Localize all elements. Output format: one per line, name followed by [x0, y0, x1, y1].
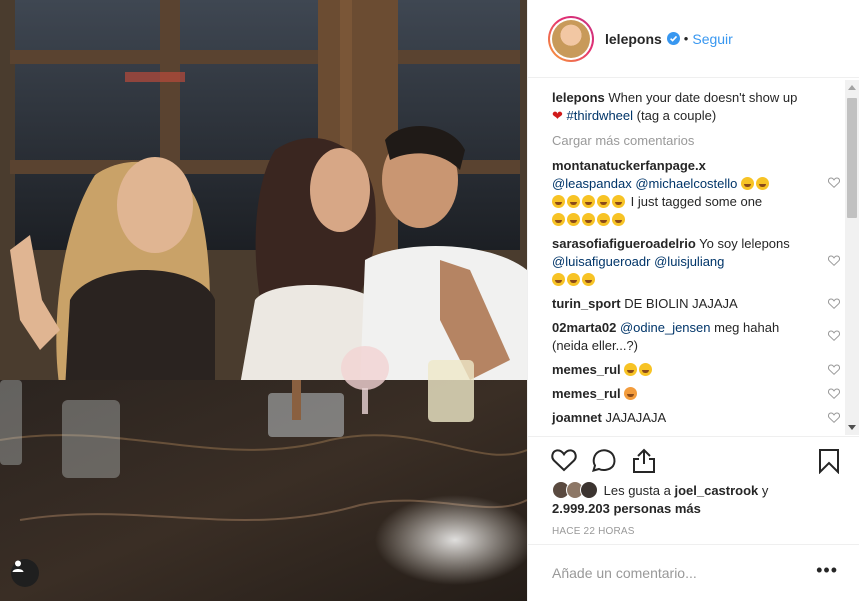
post-side-panel: lelepons • Seguir lelepons When your dat…	[527, 0, 859, 601]
likes-conj: y	[761, 483, 769, 498]
caption-text-after: (tag a couple)	[636, 108, 717, 123]
comment-username[interactable]: turin_sport	[552, 296, 621, 311]
likes-prefix: Les gusta a	[603, 483, 671, 498]
laughing-emoji	[582, 273, 595, 286]
comments-scrollbar[interactable]	[845, 80, 859, 435]
comment-item: joamnet JAJAJAJA	[552, 409, 846, 427]
comment-item: memes_rul	[552, 361, 846, 379]
comment-mention[interactable]: @leaspandax	[552, 176, 632, 191]
story-ring[interactable]	[548, 15, 594, 62]
laughing-emoji	[612, 213, 625, 226]
follow-button[interactable]: Seguir	[692, 31, 732, 47]
comment-like-heart-icon[interactable]	[828, 388, 840, 399]
scroll-up-arrow-icon[interactable]	[848, 85, 856, 90]
more-options-icon[interactable]: •••	[816, 561, 838, 579]
comment-item: turin_sport DE BIOLIN JAJAJA	[552, 295, 846, 313]
comment-username[interactable]: memes_rul	[552, 386, 621, 401]
comment-text: I just tagged some one	[630, 194, 763, 209]
scroll-down-arrow-icon[interactable]	[848, 425, 856, 430]
user-tag-button[interactable]	[11, 559, 39, 587]
laughing-emoji	[741, 177, 755, 190]
liker-avatar	[580, 481, 598, 499]
caption-username[interactable]: lelepons	[552, 90, 605, 105]
comment-item: 02marta02 @odine_jensen meg hahah (neida…	[552, 319, 846, 355]
comment-text: Yo soy lelepons	[699, 236, 790, 251]
comment-mention[interactable]: @odine_jensen	[620, 320, 711, 335]
comment-mention[interactable]: @luisjuliang	[654, 254, 724, 269]
action-bar	[528, 436, 859, 480]
likes-user[interactable]: joel_castrook	[674, 483, 758, 498]
comment-like-heart-icon[interactable]	[828, 255, 840, 266]
laughing-emoji	[567, 213, 580, 226]
avatar[interactable]	[552, 19, 590, 58]
comment-username[interactable]: memes_rul	[552, 362, 621, 377]
separator-dot: •	[683, 31, 689, 46]
comment-mention[interactable]: @michaelcostello	[635, 176, 737, 191]
post-header: lelepons • Seguir	[528, 0, 859, 78]
comment-mention[interactable]: @luisafigueroadr	[552, 254, 650, 269]
comment-like-heart-icon[interactable]	[828, 412, 840, 423]
laughing-emoji	[552, 195, 565, 208]
laughing-emoji	[567, 273, 580, 286]
laughing-emoji	[552, 273, 565, 286]
comment-like-heart-icon[interactable]	[828, 298, 840, 309]
comment-like-heart-icon[interactable]	[828, 330, 840, 341]
comment-item: sarasofiafigueroadelrio Yo soy lelepons …	[552, 235, 846, 289]
laughing-emoji	[582, 195, 595, 208]
comment-username[interactable]: montanatuckerfanpage.x	[552, 158, 706, 173]
post-image	[0, 0, 527, 601]
laughing-emoji	[582, 213, 595, 226]
laughing-emoji	[612, 195, 625, 208]
comment-username[interactable]: joamnet	[552, 410, 602, 425]
heart-emoji: ❤	[552, 108, 563, 123]
comments-list: lelepons When your date doesn't show up …	[528, 79, 846, 435]
caption-hashtag[interactable]: #thirdwheel	[567, 108, 634, 123]
comment-icon[interactable]	[591, 448, 617, 472]
bookmark-icon[interactable]	[818, 448, 840, 474]
header-username[interactable]: lelepons	[605, 31, 662, 47]
comment-item: memes_rul	[552, 385, 846, 403]
comment-item: montanatuckerfanpage.x @leaspandax @mich…	[552, 157, 846, 229]
post-photo[interactable]	[0, 0, 527, 601]
comment-text: DE BIOLIN JAJAJA	[624, 296, 738, 311]
heart-icon[interactable]	[551, 448, 577, 472]
post-timestamp[interactable]: HACE 22 HORAS	[552, 526, 635, 537]
verified-icon	[666, 32, 680, 45]
cat-emoji	[624, 387, 638, 400]
likes-summary: Les gusta a joel_castrook y 2.999.203 pe…	[552, 481, 842, 518]
add-comment-input[interactable]: Añade un comentario...	[552, 565, 697, 581]
comment-like-heart-icon[interactable]	[828, 364, 840, 375]
load-more-comments[interactable]: Cargar más comentarios	[552, 133, 846, 148]
caption-text: When your date doesn't show up	[608, 90, 798, 105]
comment-username[interactable]: 02marta02	[552, 320, 616, 335]
laughing-emoji	[597, 195, 610, 208]
laughing-emoji	[624, 363, 638, 376]
comment-username[interactable]: sarasofiafigueroadelrio	[552, 236, 696, 251]
laughing-emoji	[567, 195, 580, 208]
laughing-emoji	[552, 213, 565, 226]
comment-like-heart-icon[interactable]	[828, 177, 840, 188]
user-tag-icon	[12, 560, 24, 572]
comment-text: JAJAJAJA	[605, 410, 667, 425]
caption: lelepons When your date doesn't show up …	[552, 89, 846, 125]
add-comment-bar: Añade un comentario... •••	[528, 544, 859, 601]
likes-count[interactable]: 2.999.203 personas más	[552, 501, 701, 516]
laughing-emoji	[756, 177, 770, 190]
share-icon[interactable]	[631, 448, 657, 474]
scrollbar-thumb[interactable]	[847, 98, 857, 218]
laughing-emoji	[597, 213, 610, 226]
laughing-emoji	[639, 363, 653, 376]
liker-avatars[interactable]	[552, 481, 598, 499]
